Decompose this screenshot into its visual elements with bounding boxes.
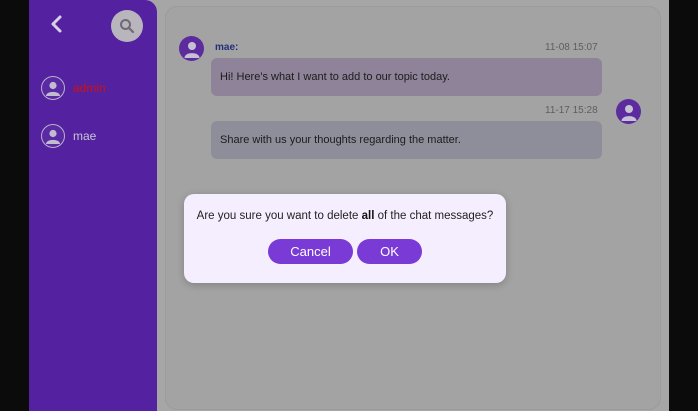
- user-name-mae: mae: [73, 129, 97, 143]
- cancel-button[interactable]: Cancel: [268, 239, 353, 264]
- user-item-mae[interactable]: mae: [41, 123, 96, 149]
- back-button[interactable]: [47, 14, 67, 34]
- ok-button[interactable]: OK: [357, 239, 422, 264]
- message-text: Share with us your thoughts regarding th…: [220, 134, 461, 146]
- search-icon: [120, 19, 135, 34]
- dialog-message-prefix: Are you sure you want to delete: [196, 210, 362, 222]
- message-bubble: Share with us your thoughts regarding th…: [211, 121, 602, 159]
- message-timestamp: 11-08 15:07: [545, 42, 598, 53]
- user-avatar-icon: [41, 76, 65, 100]
- message-timestamp: 11-17 15:28: [545, 105, 598, 116]
- user-item-admin[interactable]: admin: [41, 75, 106, 101]
- chevron-left-icon: [51, 15, 62, 33]
- sidebar: admin mae: [29, 0, 157, 411]
- user-name-admin: admin: [73, 81, 106, 95]
- confirm-dialog: Are you sure you want to delete all of t…: [184, 194, 506, 283]
- search-button[interactable]: [111, 10, 143, 42]
- message-text: Hi! Here's what I want to add to our top…: [220, 71, 450, 83]
- dialog-message-suffix: of the chat messages?: [374, 210, 494, 222]
- message-bubble: Hi! Here's what I want to add to our top…: [211, 58, 602, 96]
- user-avatar-icon: [41, 124, 65, 148]
- user-avatar-icon: [616, 99, 641, 124]
- dialog-message-emphasis: all: [361, 210, 375, 222]
- user-avatar-icon: [179, 36, 204, 61]
- dialog-message: Are you sure you want to delete all of t…: [184, 210, 506, 222]
- message-sender: mae:: [215, 42, 239, 53]
